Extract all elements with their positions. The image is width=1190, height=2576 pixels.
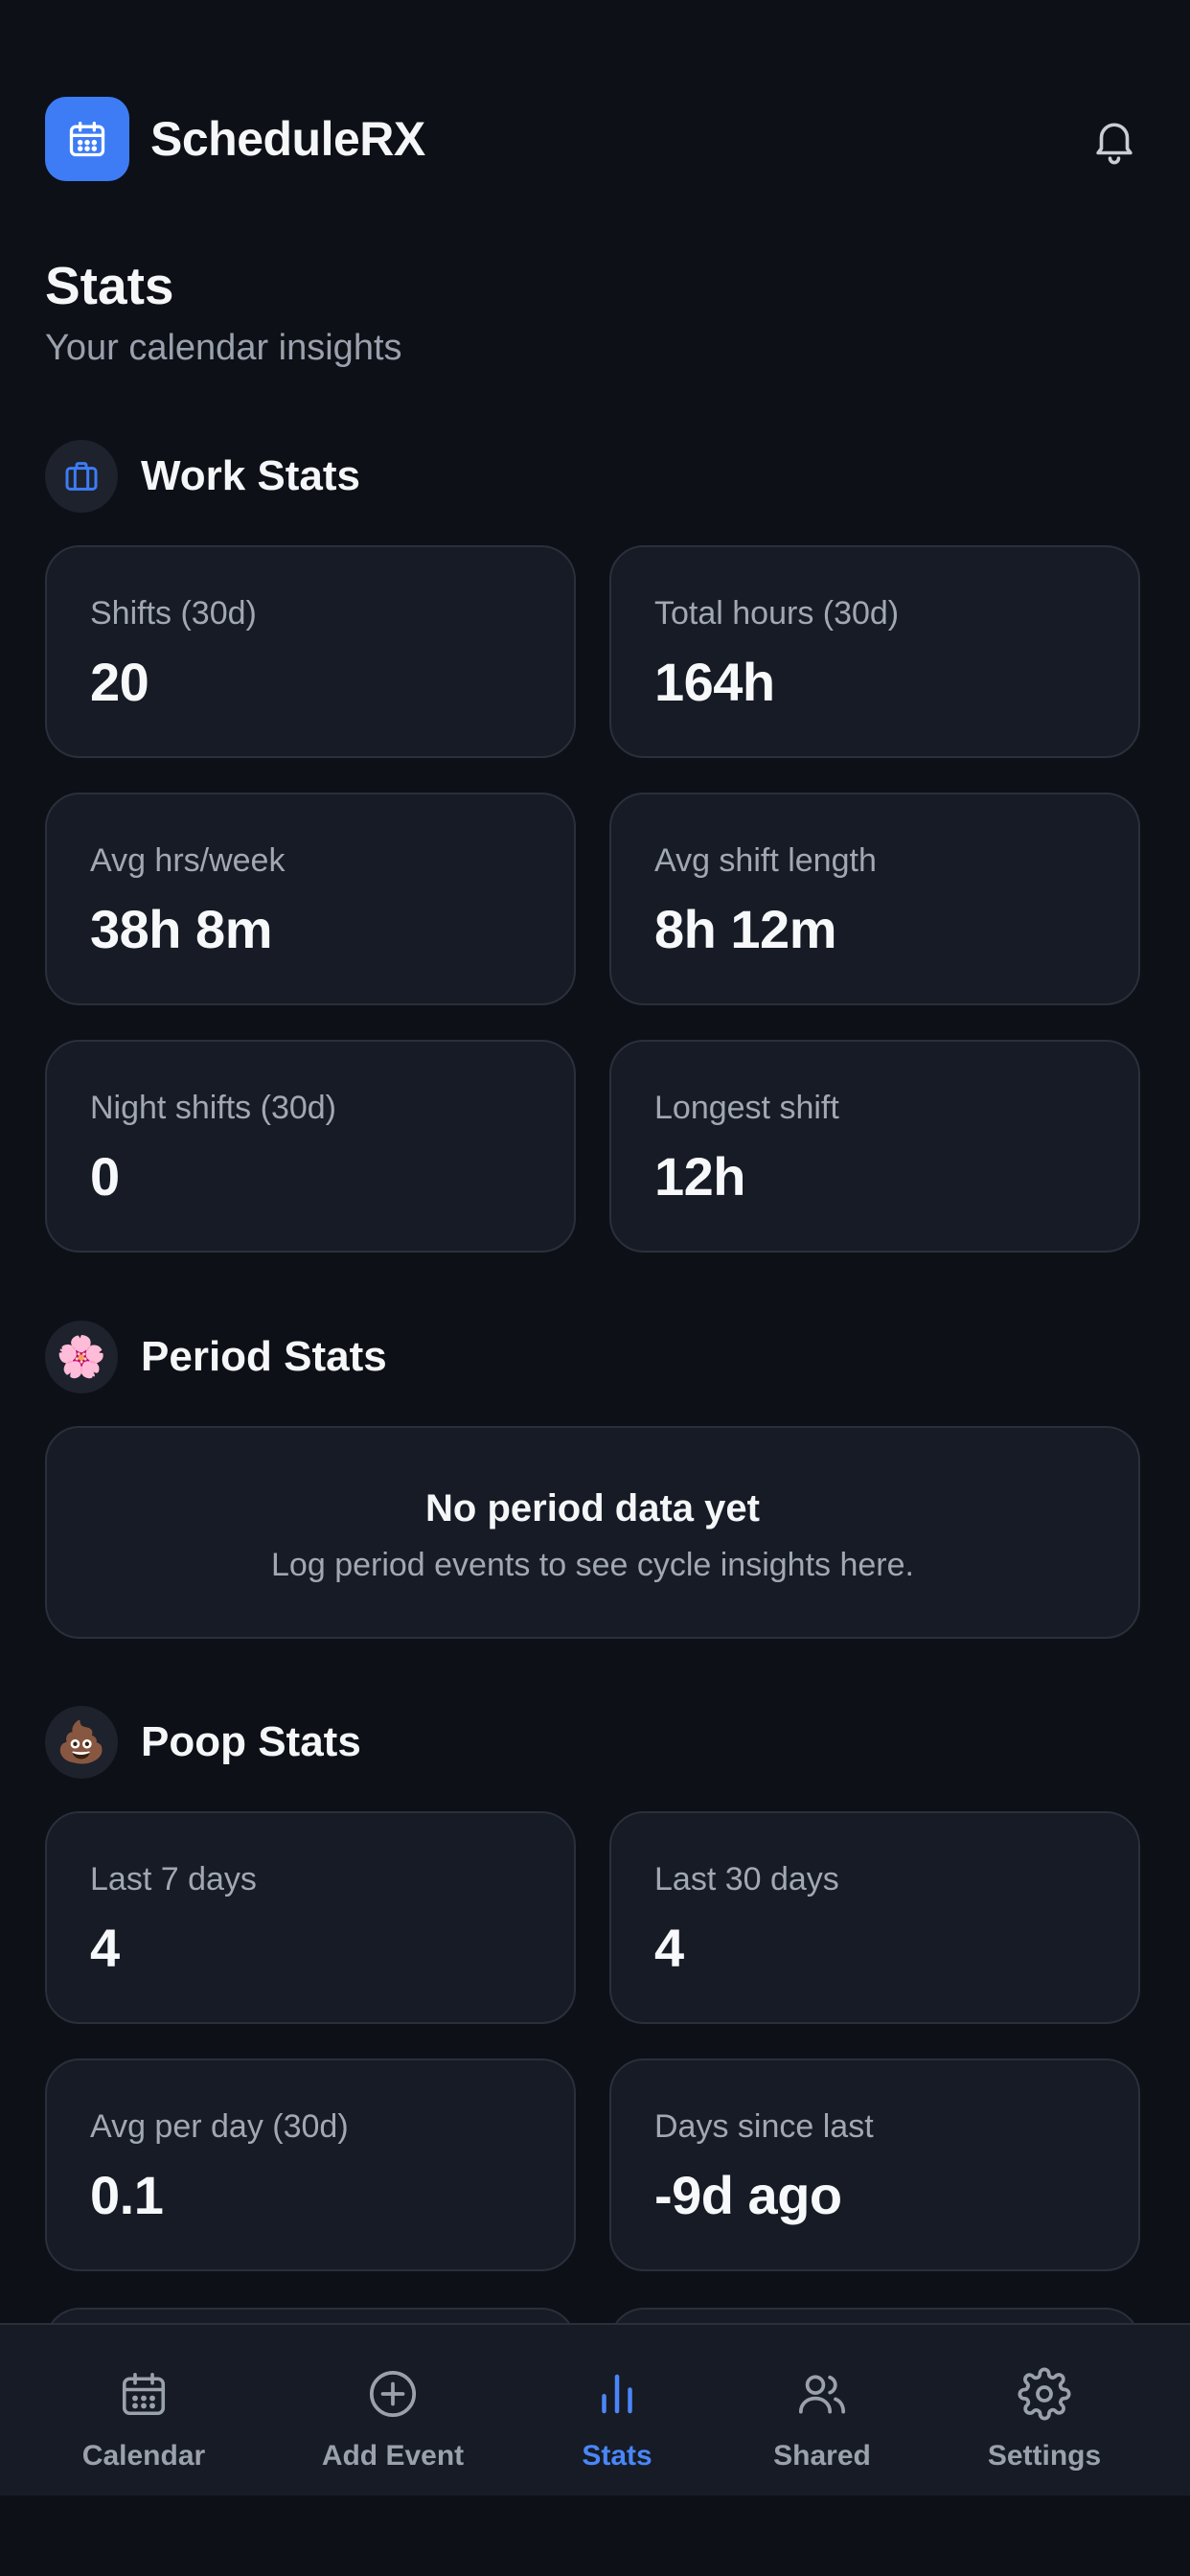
stat-value: 0 [90,1146,120,1207]
stat-value: -9d ago [654,2165,842,2225]
stat-card-last-30-days: Last 30 days 4 [609,1811,1140,2024]
stat-card-night-shifts: Night shifts (30d) 0 [45,1040,576,1253]
stat-value: 12h [654,1146,746,1207]
stat-label: Days since last [654,2108,874,2145]
stat-card-avg-shift-length: Avg shift length 8h 12m [609,793,1140,1005]
section-title: Poop Stats [141,1718,361,1765]
period-empty-state: No period data yet Log period events to … [45,1426,1140,1639]
stat-value: 8h 12m [654,899,837,959]
page-subtitle: Your calendar insights [45,328,402,368]
stat-card-total-hours: Total hours (30d) 164h [609,545,1140,758]
users-icon [798,2375,846,2414]
stat-label: Last 7 days [90,1861,257,1898]
gear-icon [1018,2367,1071,2421]
flower-icon: 🌸 [45,1321,118,1393]
period-stats-header: 🌸 Period Stats [45,1321,387,1393]
stat-card-longest-shift: Longest shift 12h [609,1040,1140,1253]
stat-card-days-since-last: Days since last -9d ago [609,2058,1140,2271]
app-name: ScheduleRX [150,112,425,166]
nav-label: Settings [987,2440,1102,2472]
nav-label: Shared [773,2440,871,2472]
nav-label: Stats [582,2440,652,2472]
stat-value: 4 [90,1918,120,1978]
stat-card-avg-hrs-week: Avg hrs/week 38h 8m [45,793,576,1005]
stat-card-last-7-days: Last 7 days 4 [45,1811,576,2024]
work-stats-header: Work Stats [45,440,360,513]
calendar-icon [122,2372,166,2416]
section-title: Work Stats [141,452,361,499]
stats-screen: ScheduleRX Stats Your calendar insights … [0,0,1190,2576]
briefcase-icon [45,440,118,513]
stat-label: Avg per day (30d) [90,2108,349,2145]
app-logo [45,97,129,181]
stat-label: Longest shift [654,1090,839,1126]
notifications-button[interactable] [1084,109,1145,171]
nav-settings[interactable]: Settings [968,2325,1121,2497]
bottom-nav: Calendar Add Event Stats Shared Settings [0,2323,1190,2496]
stat-label: Shifts (30d) [90,595,257,632]
bell-icon [1096,123,1133,165]
stat-value: 20 [90,652,149,712]
page-title: Stats [45,256,174,315]
stat-value: 4 [654,1918,684,1978]
app-header: ScheduleRX [45,96,1145,182]
stat-label: Avg hrs/week [90,842,286,879]
section-title: Period Stats [141,1333,387,1380]
poop-stats-header: 💩 Poop Stats [45,1706,361,1779]
nav-stats[interactable]: Stats [540,2325,694,2497]
calendar-icon [69,121,105,157]
stat-label: Night shifts (30d) [90,1090,336,1126]
stat-label: Total hours (30d) [654,595,900,632]
empty-state-text: Log period events to see cycle insights … [271,1547,914,1583]
stat-label: Last 30 days [654,1861,839,1898]
empty-state-title: No period data yet [425,1487,760,1530]
poop-icon: 💩 [45,1706,118,1779]
bar-chart-icon [602,2374,632,2414]
stat-value: 38h 8m [90,899,273,959]
nav-shared[interactable]: Shared [745,2325,899,2497]
nav-label: Calendar [81,2440,206,2472]
plus-circle-icon [369,2370,417,2418]
stat-card-avg-per-day: Avg per day (30d) 0.1 [45,2058,576,2271]
stat-value: 164h [654,652,775,712]
nav-label: Add Event [321,2440,465,2472]
stat-card-shifts: Shifts (30d) 20 [45,545,576,758]
stat-value: 0.1 [90,2165,164,2225]
nav-calendar[interactable]: Calendar [67,2325,220,2497]
stat-label: Avg shift length [654,842,877,879]
nav-add-event[interactable]: Add Event [316,2325,469,2497]
